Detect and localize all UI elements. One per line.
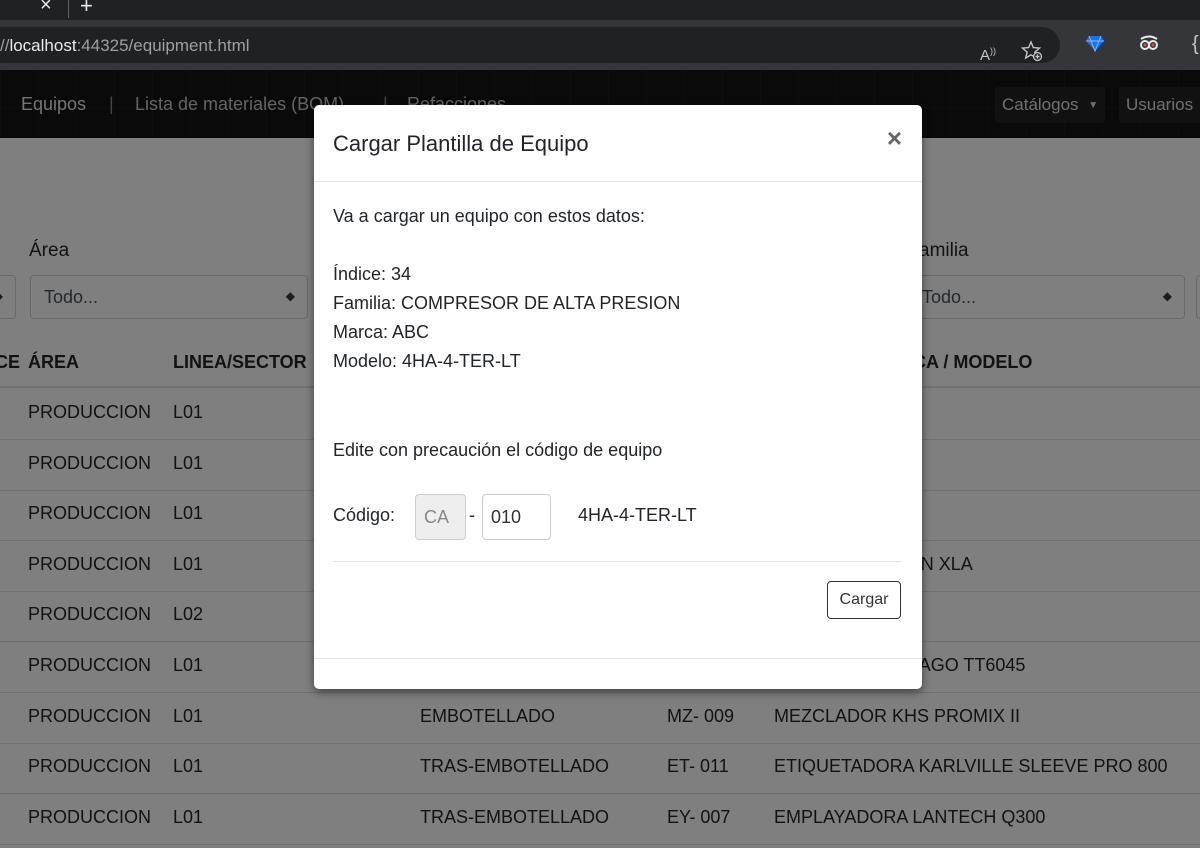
equipment-familia: Familia: COMPRESOR DE ALTA PRESION [333, 293, 681, 313]
modal-footer-divider [314, 658, 922, 659]
browser-tab-strip: × + [0, 0, 1200, 20]
codigo-prefix-input [415, 494, 466, 540]
codigo-number-input[interactable] [482, 494, 551, 540]
tab-divider [68, 0, 69, 18]
codigo-label: Código: [333, 505, 396, 525]
url-text: //localhost:44325/equipment.html [0, 36, 250, 56]
address-bar[interactable]: //localhost:44325/equipment.html A)) [0, 27, 1060, 64]
browser-toolbar: //localhost:44325/equipment.html A)) { [0, 20, 1200, 70]
extension-glasses-icon[interactable] [1138, 33, 1160, 58]
close-tab-icon[interactable]: × [40, 0, 52, 17]
modal-body-divider [333, 561, 901, 562]
modal-header-divider [314, 181, 922, 182]
equipment-modelo: Modelo: 4HA-4-TER-LT [333, 351, 521, 371]
favorite-icon[interactable] [1020, 40, 1043, 67]
cargar-button[interactable]: Cargar [827, 581, 901, 619]
equipment-marca: Marca: ABC [333, 322, 430, 342]
codigo-suffix: 4HA-4-TER-LT [578, 505, 697, 525]
extension-gem-icon[interactable] [1085, 33, 1105, 58]
cargar-plantilla-modal: Cargar Plantilla de Equipo × Va a cargar… [314, 105, 922, 689]
close-icon[interactable]: × [887, 125, 902, 151]
read-aloud-icon[interactable]: A)) [980, 40, 996, 67]
extensions-icon[interactable]: { [1192, 33, 1199, 55]
equipment-indice: Índice: 34 [333, 264, 412, 284]
url-path: :44325/equipment.html [76, 36, 250, 55]
url-host: localhost [9, 36, 77, 55]
new-tab-icon[interactable]: + [80, 0, 93, 19]
codigo-dash: - [469, 505, 475, 525]
modal-intro-text: Va a cargar un equipo con estos datos: [333, 206, 645, 226]
modal-title: Cargar Plantilla de Equipo [333, 131, 589, 156]
edit-warning-text: Edite con precaución el código de equipo [333, 440, 663, 460]
